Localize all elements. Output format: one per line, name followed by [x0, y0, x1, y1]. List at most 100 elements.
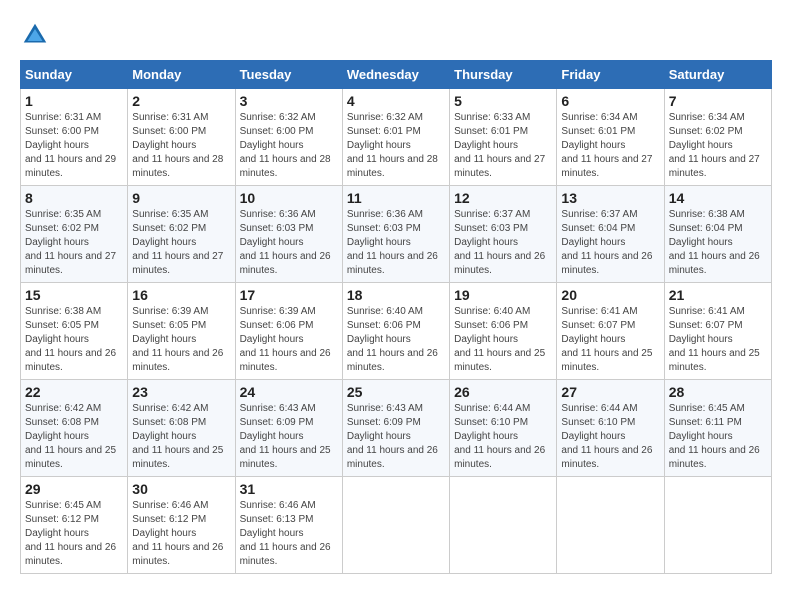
calendar-week-4: 22 Sunrise: 6:42 AMSunset: 6:08 PMDaylig…: [21, 380, 772, 477]
day-info: Sunrise: 6:39 AMSunset: 6:05 PMDaylight …: [132, 306, 223, 373]
day-cell-15: 15 Sunrise: 6:38 AMSunset: 6:05 PMDaylig…: [21, 283, 128, 380]
day-number: 15: [25, 287, 123, 303]
day-cell-17: 17 Sunrise: 6:39 AMSunset: 6:06 PMDaylig…: [235, 283, 342, 380]
calendar-header: SundayMondayTuesdayWednesdayThursdayFrid…: [21, 61, 772, 89]
day-cell-18: 18 Sunrise: 6:40 AMSunset: 6:06 PMDaylig…: [342, 283, 449, 380]
day-info: Sunrise: 6:32 AMSunset: 6:00 PMDaylight …: [240, 112, 331, 179]
day-cell-13: 13 Sunrise: 6:37 AMSunset: 6:04 PMDaylig…: [557, 186, 664, 283]
day-cell-23: 23 Sunrise: 6:42 AMSunset: 6:08 PMDaylig…: [128, 380, 235, 477]
day-info: Sunrise: 6:38 AMSunset: 6:04 PMDaylight …: [669, 209, 760, 276]
day-cell-6: 6 Sunrise: 6:34 AMSunset: 6:01 PMDayligh…: [557, 89, 664, 186]
day-cell-28: 28 Sunrise: 6:45 AMSunset: 6:11 PMDaylig…: [664, 380, 771, 477]
day-cell-11: 11 Sunrise: 6:36 AMSunset: 6:03 PMDaylig…: [342, 186, 449, 283]
day-info: Sunrise: 6:38 AMSunset: 6:05 PMDaylight …: [25, 306, 116, 373]
day-info: Sunrise: 6:33 AMSunset: 6:01 PMDaylight …: [454, 112, 545, 179]
day-number: 16: [132, 287, 230, 303]
day-number: 24: [240, 384, 338, 400]
day-number: 21: [669, 287, 767, 303]
day-number: 28: [669, 384, 767, 400]
weekday-header-tuesday: Tuesday: [235, 61, 342, 89]
day-number: 23: [132, 384, 230, 400]
weekday-header-monday: Monday: [128, 61, 235, 89]
day-info: Sunrise: 6:42 AMSunset: 6:08 PMDaylight …: [132, 403, 223, 470]
day-info: Sunrise: 6:45 AMSunset: 6:12 PMDaylight …: [25, 500, 116, 567]
empty-cell: [450, 477, 557, 574]
day-number: 22: [25, 384, 123, 400]
day-number: 12: [454, 190, 552, 206]
day-cell-19: 19 Sunrise: 6:40 AMSunset: 6:06 PMDaylig…: [450, 283, 557, 380]
day-cell-20: 20 Sunrise: 6:41 AMSunset: 6:07 PMDaylig…: [557, 283, 664, 380]
day-info: Sunrise: 6:42 AMSunset: 6:08 PMDaylight …: [25, 403, 116, 470]
day-info: Sunrise: 6:41 AMSunset: 6:07 PMDaylight …: [669, 306, 760, 373]
day-cell-25: 25 Sunrise: 6:43 AMSunset: 6:09 PMDaylig…: [342, 380, 449, 477]
day-number: 9: [132, 190, 230, 206]
day-info: Sunrise: 6:31 AMSunset: 6:00 PMDaylight …: [25, 112, 116, 179]
day-cell-1: 1 Sunrise: 6:31 AMSunset: 6:00 PMDayligh…: [21, 89, 128, 186]
weekday-header-saturday: Saturday: [664, 61, 771, 89]
day-cell-24: 24 Sunrise: 6:43 AMSunset: 6:09 PMDaylig…: [235, 380, 342, 477]
day-number: 30: [132, 481, 230, 497]
day-number: 25: [347, 384, 445, 400]
page-header: [20, 20, 772, 50]
weekday-header-friday: Friday: [557, 61, 664, 89]
day-number: 19: [454, 287, 552, 303]
day-info: Sunrise: 6:37 AMSunset: 6:03 PMDaylight …: [454, 209, 545, 276]
day-cell-26: 26 Sunrise: 6:44 AMSunset: 6:10 PMDaylig…: [450, 380, 557, 477]
day-cell-30: 30 Sunrise: 6:46 AMSunset: 6:12 PMDaylig…: [128, 477, 235, 574]
day-number: 6: [561, 93, 659, 109]
day-info: Sunrise: 6:40 AMSunset: 6:06 PMDaylight …: [347, 306, 438, 373]
day-number: 11: [347, 190, 445, 206]
day-cell-27: 27 Sunrise: 6:44 AMSunset: 6:10 PMDaylig…: [557, 380, 664, 477]
day-cell-3: 3 Sunrise: 6:32 AMSunset: 6:00 PMDayligh…: [235, 89, 342, 186]
day-info: Sunrise: 6:43 AMSunset: 6:09 PMDaylight …: [347, 403, 438, 470]
day-info: Sunrise: 6:39 AMSunset: 6:06 PMDaylight …: [240, 306, 331, 373]
day-number: 14: [669, 190, 767, 206]
day-info: Sunrise: 6:35 AMSunset: 6:02 PMDaylight …: [25, 209, 116, 276]
day-info: Sunrise: 6:36 AMSunset: 6:03 PMDaylight …: [240, 209, 331, 276]
day-number: 8: [25, 190, 123, 206]
day-number: 2: [132, 93, 230, 109]
weekday-header-thursday: Thursday: [450, 61, 557, 89]
day-cell-14: 14 Sunrise: 6:38 AMSunset: 6:04 PMDaylig…: [664, 186, 771, 283]
day-cell-29: 29 Sunrise: 6:45 AMSunset: 6:12 PMDaylig…: [21, 477, 128, 574]
calendar: SundayMondayTuesdayWednesdayThursdayFrid…: [20, 60, 772, 574]
day-info: Sunrise: 6:31 AMSunset: 6:00 PMDaylight …: [132, 112, 223, 179]
day-info: Sunrise: 6:34 AMSunset: 6:02 PMDaylight …: [669, 112, 760, 179]
day-info: Sunrise: 6:43 AMSunset: 6:09 PMDaylight …: [240, 403, 331, 470]
empty-cell: [664, 477, 771, 574]
day-cell-7: 7 Sunrise: 6:34 AMSunset: 6:02 PMDayligh…: [664, 89, 771, 186]
day-cell-2: 2 Sunrise: 6:31 AMSunset: 6:00 PMDayligh…: [128, 89, 235, 186]
day-cell-5: 5 Sunrise: 6:33 AMSunset: 6:01 PMDayligh…: [450, 89, 557, 186]
day-number: 3: [240, 93, 338, 109]
day-info: Sunrise: 6:36 AMSunset: 6:03 PMDaylight …: [347, 209, 438, 276]
day-cell-9: 9 Sunrise: 6:35 AMSunset: 6:02 PMDayligh…: [128, 186, 235, 283]
day-info: Sunrise: 6:45 AMSunset: 6:11 PMDaylight …: [669, 403, 760, 470]
day-number: 26: [454, 384, 552, 400]
day-number: 1: [25, 93, 123, 109]
day-info: Sunrise: 6:32 AMSunset: 6:01 PMDaylight …: [347, 112, 438, 179]
day-number: 20: [561, 287, 659, 303]
day-number: 5: [454, 93, 552, 109]
day-number: 17: [240, 287, 338, 303]
day-number: 27: [561, 384, 659, 400]
day-number: 18: [347, 287, 445, 303]
calendar-week-2: 8 Sunrise: 6:35 AMSunset: 6:02 PMDayligh…: [21, 186, 772, 283]
day-info: Sunrise: 6:34 AMSunset: 6:01 PMDaylight …: [561, 112, 652, 179]
day-number: 7: [669, 93, 767, 109]
day-number: 13: [561, 190, 659, 206]
calendar-week-5: 29 Sunrise: 6:45 AMSunset: 6:12 PMDaylig…: [21, 477, 772, 574]
empty-cell: [342, 477, 449, 574]
logo-icon: [20, 20, 50, 50]
day-info: Sunrise: 6:35 AMSunset: 6:02 PMDaylight …: [132, 209, 223, 276]
calendar-week-3: 15 Sunrise: 6:38 AMSunset: 6:05 PMDaylig…: [21, 283, 772, 380]
day-number: 29: [25, 481, 123, 497]
day-number: 4: [347, 93, 445, 109]
day-cell-10: 10 Sunrise: 6:36 AMSunset: 6:03 PMDaylig…: [235, 186, 342, 283]
day-info: Sunrise: 6:46 AMSunset: 6:12 PMDaylight …: [132, 500, 223, 567]
day-info: Sunrise: 6:44 AMSunset: 6:10 PMDaylight …: [561, 403, 652, 470]
day-number: 31: [240, 481, 338, 497]
day-cell-31: 31 Sunrise: 6:46 AMSunset: 6:13 PMDaylig…: [235, 477, 342, 574]
day-cell-8: 8 Sunrise: 6:35 AMSunset: 6:02 PMDayligh…: [21, 186, 128, 283]
day-info: Sunrise: 6:41 AMSunset: 6:07 PMDaylight …: [561, 306, 652, 373]
day-info: Sunrise: 6:37 AMSunset: 6:04 PMDaylight …: [561, 209, 652, 276]
